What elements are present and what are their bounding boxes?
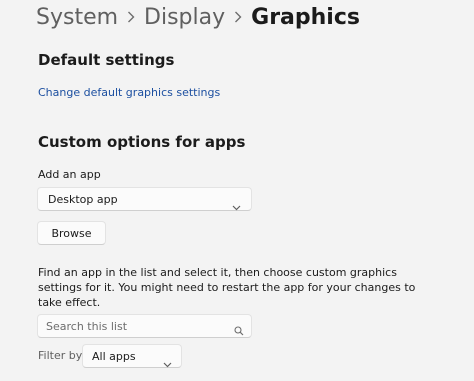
custom-options-heading: Custom options for apps: [38, 133, 246, 151]
browse-button-label: Browse: [51, 226, 92, 240]
description-line: settings for it. You might need to resta…: [38, 281, 416, 294]
chevron-right-icon: [118, 11, 144, 23]
app-list-description: Find an app in the list and select it, t…: [38, 265, 416, 310]
graphics-settings-page: System Display Graphics Default settings…: [0, 0, 474, 381]
change-default-graphics-link[interactable]: Change default graphics settings: [38, 86, 220, 99]
filter-value: All apps: [92, 350, 136, 363]
search-input[interactable]: [46, 318, 226, 334]
breadcrumb-item-display[interactable]: Display: [144, 5, 225, 30]
description-line: take effect.: [38, 296, 101, 309]
chevron-down-icon: [163, 353, 172, 372]
chevron-right-icon: [225, 11, 251, 23]
breadcrumb-item-system[interactable]: System: [36, 5, 118, 30]
filter-dropdown[interactable]: All apps: [82, 344, 182, 368]
search-box: [37, 314, 252, 338]
description-line: Find an app in the list and select it, t…: [38, 266, 397, 279]
add-app-label: Add an app: [38, 168, 101, 181]
app-type-dropdown[interactable]: Desktop app: [37, 187, 252, 211]
breadcrumb: System Display Graphics: [36, 2, 360, 32]
app-type-value: Desktop app: [48, 193, 118, 206]
chevron-down-icon: [232, 196, 241, 215]
search-icon[interactable]: [234, 321, 244, 340]
default-settings-heading: Default settings: [38, 51, 175, 69]
page-title: Graphics: [251, 4, 360, 30]
browse-button[interactable]: Browse: [37, 221, 106, 245]
filter-label: Filter by:: [38, 349, 86, 362]
